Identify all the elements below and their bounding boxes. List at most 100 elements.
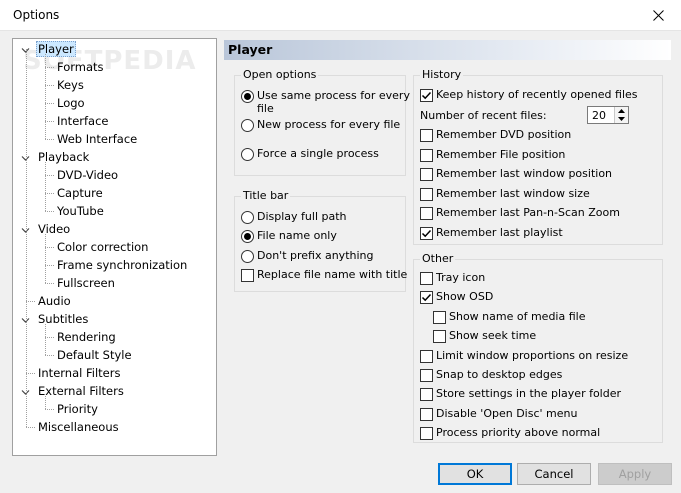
checkbox-show-seek-time[interactable]: Show seek time xyxy=(433,329,663,345)
tree-connector xyxy=(45,67,54,68)
radio-new-process[interactable]: New process for every file xyxy=(241,118,405,134)
tree-item-label: Player xyxy=(36,41,76,57)
tree-connector xyxy=(45,85,54,86)
tree-item-internal-filters[interactable]: Internal Filters xyxy=(36,364,122,382)
tree-branch-line xyxy=(45,234,46,283)
tree-branch-line xyxy=(45,54,46,139)
checkbox-replace-title[interactable]: Replace file name with title xyxy=(241,268,408,284)
checkbox-disable-open-disc-menu[interactable]: Disable 'Open Disc' menu xyxy=(420,407,650,423)
checkbox-snap-to-desktop-edges[interactable]: Snap to desktop edges xyxy=(420,368,650,384)
tree-item-audio[interactable]: Audio xyxy=(36,292,73,310)
checkbox-box[interactable] xyxy=(420,187,433,201)
checkbox-box[interactable] xyxy=(420,207,433,221)
checkbox-show-name-of-media-file[interactable]: Show name of media file xyxy=(433,310,663,326)
checkbox-replace-title-box[interactable] xyxy=(241,269,254,282)
checkbox-remember-last-window-size[interactable]: Remember last window size xyxy=(420,187,660,203)
checkbox-remember-file-position[interactable]: Remember File position xyxy=(420,148,660,164)
checkbox-remember-last-playlist[interactable]: Remember last playlist xyxy=(420,226,660,242)
spin-down-button[interactable] xyxy=(615,115,628,123)
checkbox-keep-history-box[interactable] xyxy=(420,89,433,102)
checkbox-process-priority-above-normal[interactable]: Process priority above normal xyxy=(420,426,650,442)
radio-full-path[interactable]: Display full path xyxy=(241,210,405,226)
checkbox-remember-dvd-position[interactable]: Remember DVD position xyxy=(420,128,660,144)
checkbox-box[interactable] xyxy=(420,148,433,162)
radio-same-process[interactable]: Use same process for every file xyxy=(241,89,410,119)
tree-item-miscellaneous[interactable]: Miscellaneous xyxy=(36,418,121,436)
tree-item-frame-synchronization[interactable]: Frame synchronization xyxy=(55,256,189,274)
radio-new-process-indicator[interactable] xyxy=(241,119,254,132)
radio-single-process-indicator[interactable] xyxy=(241,148,254,161)
checkbox-show-osd[interactable]: Show OSD xyxy=(420,290,650,306)
radio-single-process[interactable]: Force a single process xyxy=(241,147,405,163)
checkbox-store-settings-in-the-player-folder[interactable]: Store settings in the player folder xyxy=(420,387,650,403)
checkbox-keep-history[interactable]: Keep history of recently opened files xyxy=(420,88,660,104)
checkbox-replace-title-label: Replace file name with title xyxy=(257,268,408,281)
close-button[interactable] xyxy=(635,0,681,30)
checkbox-box[interactable] xyxy=(433,330,446,344)
tree-item-keys[interactable]: Keys xyxy=(55,76,86,94)
checkbox-box[interactable] xyxy=(420,427,433,441)
tree-item-external-filters[interactable]: External Filters xyxy=(36,382,126,400)
radio-dont-prefix[interactable]: Don't prefix anything xyxy=(241,249,405,265)
recent-files-value[interactable]: 20 xyxy=(592,109,606,122)
tree-item-rendering[interactable]: Rendering xyxy=(55,328,118,346)
tree-item-label: Default Style xyxy=(57,348,132,362)
cancel-button[interactable]: Cancel xyxy=(517,463,591,485)
tree-connector xyxy=(45,175,54,176)
checkbox-limit-window-proportions-on-resize[interactable]: Limit window proportions on resize xyxy=(420,349,650,365)
tree-connector xyxy=(45,121,54,122)
checkbox-box[interactable] xyxy=(420,407,433,421)
checkbox-label: Disable 'Open Disc' menu xyxy=(436,406,578,420)
recent-files-spinner[interactable]: 20 xyxy=(587,106,629,124)
apply-button[interactable]: Apply xyxy=(598,463,672,485)
title-bar-group: Title bar Display full path File name on… xyxy=(234,189,408,292)
checkbox-box[interactable] xyxy=(420,272,433,285)
checkbox-tray-icon[interactable]: Tray icon xyxy=(420,271,650,287)
checkbox-label: Remember DVD position xyxy=(436,128,572,141)
tree-item-priority[interactable]: Priority xyxy=(55,400,100,418)
checkbox-box[interactable] xyxy=(420,388,433,402)
tree-item-youtube[interactable]: YouTube xyxy=(55,202,106,220)
radio-new-process-label: New process for every file xyxy=(257,118,401,131)
radio-file-name-only-indicator[interactable] xyxy=(241,230,254,243)
checkmark-icon xyxy=(421,294,432,302)
tree-item-web-interface[interactable]: Web Interface xyxy=(55,130,139,148)
tree-item-video[interactable]: Video xyxy=(36,220,72,238)
panel-title: Player xyxy=(228,42,273,57)
tree-item-interface[interactable]: Interface xyxy=(55,112,111,130)
checkbox-remember-last-window-position[interactable]: Remember last window position xyxy=(420,167,660,183)
checkbox-box[interactable] xyxy=(420,291,433,305)
tree-item-color-correction[interactable]: Color correction xyxy=(55,238,150,256)
tree-connector xyxy=(45,103,54,104)
checkbox-box[interactable] xyxy=(420,369,433,382)
tree-item-default-style[interactable]: Default Style xyxy=(55,346,134,364)
tree-item-dvd-video[interactable]: DVD-Video xyxy=(55,166,120,184)
checkbox-label: Show seek time xyxy=(449,329,537,343)
tree-item-logo[interactable]: Logo xyxy=(55,94,87,112)
spin-up-button[interactable] xyxy=(615,107,628,115)
checkbox-box[interactable] xyxy=(420,349,433,363)
checkbox-box[interactable] xyxy=(420,129,433,142)
tree-item-label: Formats xyxy=(57,60,104,74)
tree-connector xyxy=(45,283,54,284)
options-tree[interactable]: SOFTPEDIA Player Formats Keys Logo Interface… xyxy=(12,38,217,456)
tree-item-label: Miscellaneous xyxy=(38,420,119,434)
tree-connector xyxy=(45,355,54,356)
checkbox-box[interactable] xyxy=(433,310,446,324)
radio-full-path-indicator[interactable] xyxy=(241,211,254,224)
checkbox-box[interactable] xyxy=(420,168,433,182)
recent-files-label: Number of recent files: xyxy=(420,109,547,122)
tree-connector xyxy=(26,373,35,374)
ok-button[interactable]: OK xyxy=(438,463,512,485)
tree-item-capture[interactable]: Capture xyxy=(55,184,105,202)
radio-file-name-only[interactable]: File name only xyxy=(241,229,405,245)
tree-trunk-line xyxy=(26,49,27,427)
tree-item-player[interactable]: Player xyxy=(36,40,76,58)
radio-same-process-indicator[interactable] xyxy=(241,90,254,103)
tree-connector xyxy=(26,301,35,302)
tree-item-fullscreen[interactable]: Fullscreen xyxy=(55,274,117,292)
checkbox-remember-last-pan-n-scan-zoom[interactable]: Remember last Pan-n-Scan Zoom xyxy=(420,206,660,222)
tree-item-formats[interactable]: Formats xyxy=(55,58,106,76)
checkbox-box[interactable] xyxy=(420,227,433,240)
radio-dont-prefix-indicator[interactable] xyxy=(241,250,254,263)
